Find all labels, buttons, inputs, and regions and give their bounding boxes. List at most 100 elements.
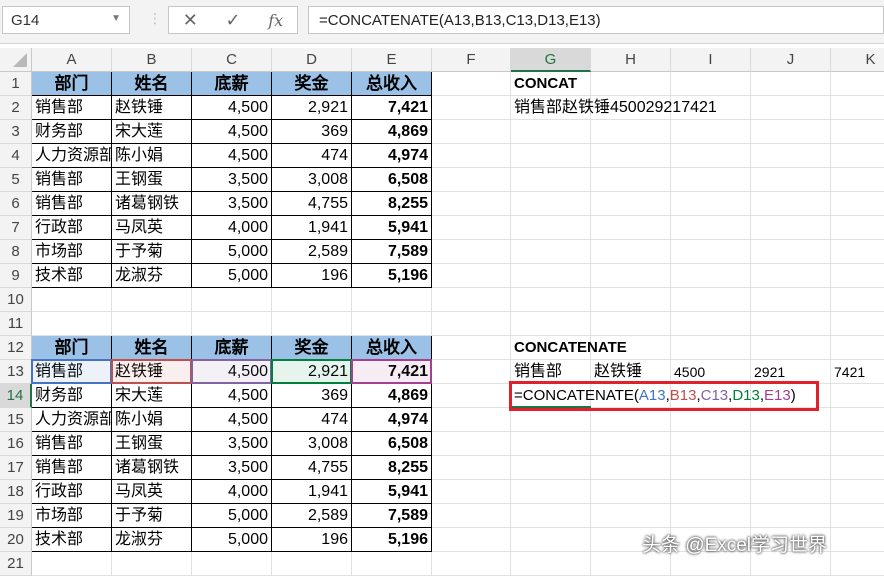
table-row-cell[interactable]: 销售部 <box>32 432 112 456</box>
cell[interactable] <box>671 120 751 144</box>
table-row-cell[interactable]: 5,000 <box>192 528 272 552</box>
cell[interactable] <box>831 72 884 96</box>
cell[interactable] <box>751 240 831 264</box>
table-row-cell[interactable]: 诸葛钢铁 <box>112 192 192 216</box>
row-header-18[interactable]: 18 <box>0 480 32 504</box>
cell[interactable] <box>831 480 884 504</box>
table-row-cell[interactable]: 财务部 <box>32 120 112 144</box>
cell[interactable] <box>751 144 831 168</box>
row-header-14[interactable]: 14 <box>0 384 32 408</box>
table-row-cell[interactable]: 196 <box>272 528 352 552</box>
table-header-cell[interactable]: 总收入 <box>352 72 432 96</box>
cell[interactable] <box>511 432 591 456</box>
cell[interactable] <box>831 144 884 168</box>
row-header-10[interactable]: 10 <box>0 288 32 312</box>
cell[interactable] <box>32 288 112 312</box>
cell[interactable] <box>591 456 671 480</box>
cell[interactable] <box>112 312 192 336</box>
cell[interactable] <box>112 552 192 576</box>
table-row-cell[interactable]: 5,000 <box>192 264 272 288</box>
table-row-cell[interactable]: 王钢蛋 <box>112 168 192 192</box>
cell[interactable] <box>352 288 432 312</box>
table-row-cell[interactable]: 市场部 <box>32 504 112 528</box>
table-row-cell[interactable]: 技术部 <box>32 264 112 288</box>
cell[interactable] <box>511 192 591 216</box>
cell[interactable] <box>511 312 591 336</box>
cell[interactable] <box>192 312 272 336</box>
cell[interactable] <box>432 336 511 360</box>
table-row-cell[interactable]: 赵铁锤 <box>112 96 192 120</box>
table-row-cell[interactable]: 4,869 <box>352 384 432 408</box>
cell[interactable] <box>511 456 591 480</box>
cell[interactable] <box>751 456 831 480</box>
cell[interactable] <box>751 432 831 456</box>
row-header-6[interactable]: 6 <box>0 192 32 216</box>
cell[interactable] <box>831 528 884 552</box>
cell[interactable] <box>591 480 671 504</box>
cell[interactable] <box>511 216 591 240</box>
cell[interactable] <box>591 192 671 216</box>
column-header-A[interactable]: A <box>32 48 112 72</box>
cell[interactable] <box>671 288 751 312</box>
cell[interactable] <box>671 480 751 504</box>
cell[interactable] <box>591 264 671 288</box>
cell[interactable] <box>831 168 884 192</box>
table-header-cell[interactable]: 总收入 <box>352 336 432 360</box>
cell[interactable] <box>432 216 511 240</box>
column-header-F[interactable]: F <box>432 48 511 72</box>
table-row-cell[interactable]: 6,508 <box>352 168 432 192</box>
cell[interactable] <box>192 288 272 312</box>
cell[interactable] <box>831 264 884 288</box>
cell[interactable] <box>671 408 751 432</box>
row-header-4[interactable]: 4 <box>0 144 32 168</box>
chevron-down-icon[interactable]: ▼ <box>111 13 121 24</box>
table-row-cell[interactable]: 人力资源部 <box>32 408 112 432</box>
cell[interactable] <box>432 288 511 312</box>
table-row-cell[interactable]: 5,196 <box>352 528 432 552</box>
cell[interactable] <box>511 408 591 432</box>
cell[interactable] <box>591 216 671 240</box>
row-header-15[interactable]: 15 <box>0 408 32 432</box>
table-row-cell[interactable]: 行政部 <box>32 216 112 240</box>
cell[interactable] <box>432 456 511 480</box>
table-row-cell[interactable]: 宋大莲 <box>112 120 192 144</box>
table-row-cell[interactable]: 2,921 <box>272 96 352 120</box>
table-row-cell[interactable]: 于予菊 <box>112 240 192 264</box>
cell[interactable] <box>432 72 511 96</box>
cell[interactable] <box>432 408 511 432</box>
cell[interactable] <box>272 552 352 576</box>
table-row-cell[interactable]: 369 <box>272 384 352 408</box>
table-row-cell[interactable]: 4,755 <box>272 192 352 216</box>
cell[interactable] <box>511 480 591 504</box>
select-all-button[interactable] <box>0 48 32 72</box>
cell[interactable] <box>591 312 671 336</box>
table-row-cell[interactable]: 4,500 <box>192 144 272 168</box>
cell[interactable] <box>591 288 671 312</box>
cell[interactable] <box>591 120 671 144</box>
table-row-cell[interactable]: 5,941 <box>352 216 432 240</box>
row-header-21[interactable]: 21 <box>0 552 32 576</box>
table-row-cell[interactable]: 5,000 <box>192 504 272 528</box>
row-header-8[interactable]: 8 <box>0 240 32 264</box>
cell[interactable] <box>511 528 591 552</box>
table-row-cell[interactable]: 销售部 <box>32 192 112 216</box>
cell[interactable] <box>831 504 884 528</box>
table-row-cell[interactable]: 7,421 <box>352 96 432 120</box>
table-row-cell[interactable]: 4,000 <box>192 216 272 240</box>
table-header-cell[interactable]: 底薪 <box>192 72 272 96</box>
cell[interactable] <box>591 240 671 264</box>
cell[interactable] <box>432 360 511 384</box>
cell[interactable] <box>432 144 511 168</box>
column-header-E[interactable]: E <box>352 48 432 72</box>
name-box[interactable]: G14 ▼ <box>2 6 130 34</box>
table-row-cell[interactable]: 3,500 <box>192 432 272 456</box>
cell[interactable] <box>511 168 591 192</box>
insert-function-icon[interactable]: fx <box>268 11 283 30</box>
table-row-cell[interactable]: 销售部 <box>32 168 112 192</box>
cell[interactable] <box>751 312 831 336</box>
cell[interactable] <box>671 216 751 240</box>
cell[interactable] <box>511 288 591 312</box>
cell[interactable] <box>511 120 591 144</box>
table-row-cell[interactable]: 人力资源部 <box>32 144 112 168</box>
row-header-11[interactable]: 11 <box>0 312 32 336</box>
